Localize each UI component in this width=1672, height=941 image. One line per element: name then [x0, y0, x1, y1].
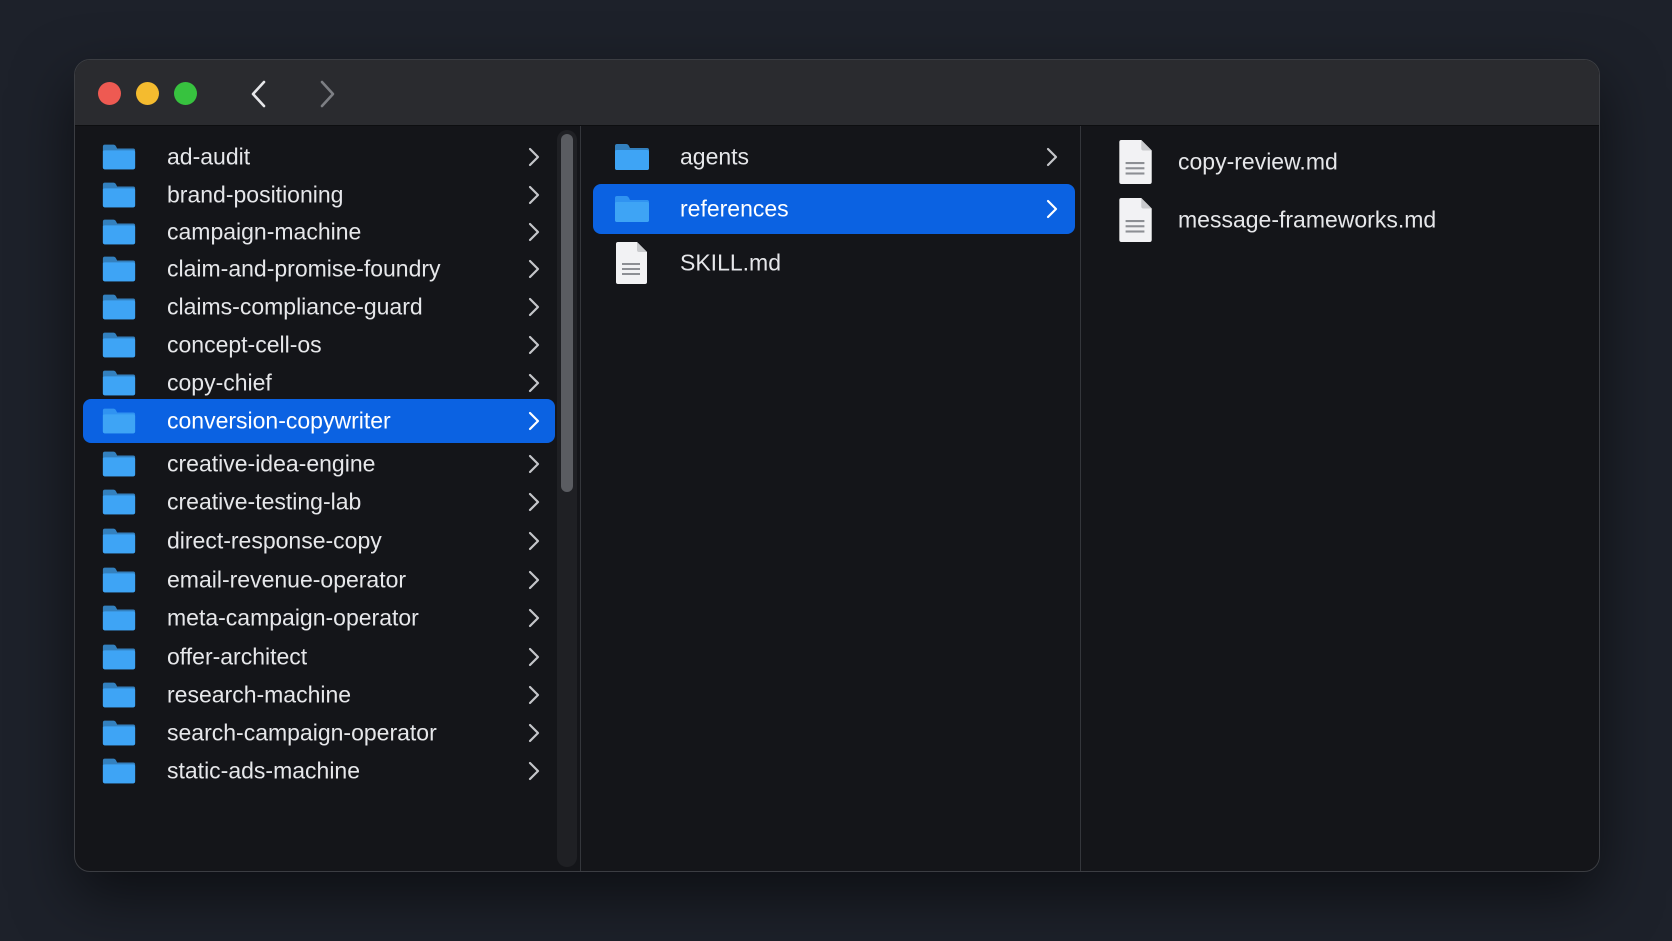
minimize-button[interactable]	[136, 82, 159, 105]
item-label: message-frameworks.md	[1178, 206, 1437, 233]
folder-icon	[615, 144, 649, 170]
chevron-right-icon	[528, 222, 540, 242]
item-label: claim-and-promise-foundry	[167, 255, 441, 282]
chevron-right-icon	[528, 761, 540, 781]
folder-icon	[102, 528, 136, 554]
item-label: static-ads-machine	[167, 757, 361, 784]
document-icon	[1119, 198, 1152, 242]
list-item[interactable]: meta-campaign-operator	[83, 596, 555, 640]
chevron-right-icon	[528, 685, 540, 705]
item-label: campaign-machine	[167, 218, 362, 245]
column-3: copy-review.md message-frameworks.md	[1080, 126, 1599, 871]
item-label: conversion-copywriter	[167, 407, 391, 434]
title-bar	[75, 60, 1599, 126]
item-label: brand-positioning	[167, 181, 344, 208]
item-label: creative-idea-engine	[167, 450, 376, 477]
close-button[interactable]	[98, 82, 121, 105]
folder-icon	[102, 294, 136, 320]
chevron-left-icon	[251, 80, 266, 108]
list-item[interactable]: static-ads-machine	[83, 749, 555, 793]
list-item[interactable]: direct-response-copy	[83, 519, 555, 563]
folder-icon	[102, 720, 136, 746]
document-icon	[616, 242, 647, 284]
folder-icon	[102, 408, 136, 434]
scrollbar-thumb[interactable]	[561, 134, 573, 492]
item-label: copy-review.md	[1178, 148, 1338, 175]
item-label: research-machine	[167, 681, 352, 708]
chevron-right-icon	[528, 185, 540, 205]
item-label: email-revenue-operator	[167, 566, 407, 593]
chevron-right-icon	[320, 80, 335, 108]
list-item[interactable]: agents	[593, 132, 1075, 182]
chevron-right-icon	[528, 297, 540, 317]
folder-icon	[102, 332, 136, 358]
zoom-button[interactable]	[174, 82, 197, 105]
folder-icon	[615, 196, 649, 222]
folder-icon	[102, 489, 136, 515]
list-item[interactable]: SKILL.md	[593, 238, 1075, 288]
folder-icon	[102, 182, 136, 208]
finder-window: ad-audit brand-positioning campaign-machin…	[74, 59, 1600, 872]
list-item[interactable]: message-frameworks.md	[1116, 194, 1576, 246]
list-item[interactable]: creative-testing-lab	[83, 480, 555, 524]
folder-icon	[102, 644, 136, 670]
folder-icon	[102, 219, 136, 245]
folder-icon	[102, 451, 136, 477]
back-button[interactable]	[243, 77, 275, 111]
column-view: ad-audit brand-positioning campaign-machin…	[75, 126, 1599, 871]
list-item[interactable]: references	[593, 184, 1075, 234]
list-item[interactable]: conversion-copywriter	[83, 399, 555, 443]
item-label: SKILL.md	[680, 249, 781, 276]
document-icon	[1119, 140, 1152, 184]
folder-icon	[102, 605, 136, 631]
item-label: direct-response-copy	[167, 527, 382, 554]
chevron-right-icon	[1046, 147, 1058, 167]
item-label: concept-cell-os	[167, 331, 322, 358]
chevron-right-icon	[528, 531, 540, 551]
item-label: creative-testing-lab	[167, 488, 362, 515]
list-item[interactable]: copy-review.md	[1116, 136, 1576, 188]
chevron-right-icon	[528, 259, 540, 279]
chevron-right-icon	[528, 147, 540, 167]
scrollbar[interactable]	[557, 130, 577, 867]
folder-icon	[102, 682, 136, 708]
folder-icon	[102, 758, 136, 784]
chevron-right-icon	[528, 647, 540, 667]
chevron-right-icon	[528, 608, 540, 628]
column-1: ad-audit brand-positioning campaign-machin…	[75, 126, 579, 871]
item-label: meta-campaign-operator	[167, 604, 419, 631]
folder-icon	[102, 567, 136, 593]
chevron-right-icon	[528, 454, 540, 474]
column-2: agents references SKILL.md	[580, 126, 1081, 871]
chevron-right-icon	[528, 492, 540, 512]
chevron-right-icon	[528, 373, 540, 393]
chevron-right-icon	[1046, 199, 1058, 219]
chevron-right-icon	[528, 570, 540, 590]
folder-icon	[102, 256, 136, 282]
item-label: ad-audit	[167, 143, 251, 170]
item-label: claims-compliance-guard	[167, 293, 423, 320]
item-label: search-campaign-operator	[167, 719, 437, 746]
chevron-right-icon	[528, 723, 540, 743]
item-label: agents	[680, 143, 750, 170]
chevron-right-icon	[528, 411, 540, 431]
folder-icon	[102, 144, 136, 170]
item-label: references	[680, 195, 789, 222]
item-label: offer-architect	[167, 643, 308, 670]
folder-icon	[102, 370, 136, 396]
item-label: copy-chief	[167, 369, 272, 396]
chevron-right-icon	[528, 335, 540, 355]
forward-button[interactable]	[311, 77, 343, 111]
